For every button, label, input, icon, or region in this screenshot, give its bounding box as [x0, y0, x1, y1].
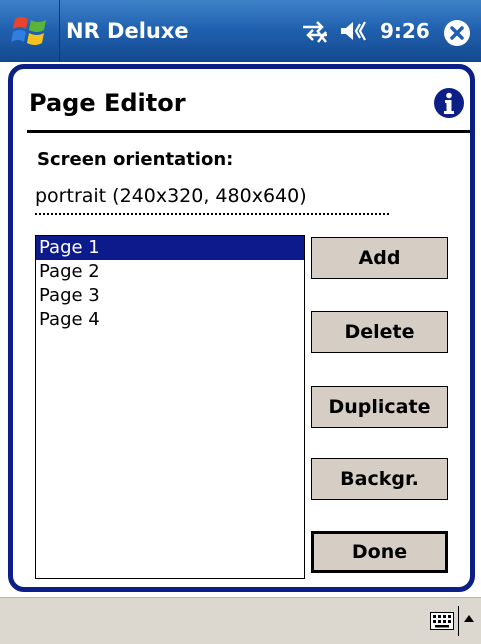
info-icon[interactable] — [433, 87, 465, 119]
duplicate-button[interactable]: Duplicate — [311, 386, 448, 428]
menu-separator — [458, 606, 459, 636]
title-bar: NR Deluxe 9:26 — [0, 0, 481, 62]
start-button[interactable] — [0, 0, 60, 62]
keyboard-icon[interactable] — [430, 612, 454, 630]
page-editor-dialog: Page Editor Screen orientation: portrait… — [8, 64, 475, 592]
up-arrow-icon[interactable] — [463, 614, 475, 624]
done-button[interactable]: Done — [311, 531, 448, 573]
background-button[interactable]: Backgr. — [311, 458, 448, 500]
close-button[interactable] — [444, 20, 470, 46]
speaker-icon[interactable] — [338, 19, 368, 43]
app-title: NR Deluxe — [66, 19, 189, 43]
list-item[interactable]: Page 1 — [36, 236, 304, 260]
orientation-dropdown[interactable]: portrait (240x320, 480x640) — [35, 181, 389, 215]
menu-bar — [0, 597, 481, 644]
delete-button[interactable]: Delete — [311, 311, 448, 353]
add-button[interactable]: Add — [311, 237, 448, 279]
title-divider — [27, 130, 470, 133]
connectivity-icon[interactable] — [300, 18, 330, 44]
list-item[interactable]: Page 3 — [36, 284, 304, 308]
page-list[interactable]: Page 1 Page 2 Page 3 Page 4 — [35, 235, 305, 579]
status-area: 9:26 — [300, 0, 430, 62]
orientation-label: Screen orientation: — [37, 149, 234, 170]
close-icon — [450, 26, 464, 40]
list-item[interactable]: Page 2 — [36, 260, 304, 284]
page-title: Page Editor — [29, 89, 186, 117]
clock[interactable]: 9:26 — [380, 19, 430, 43]
list-item[interactable]: Page 4 — [36, 308, 304, 332]
windows-start-flag-icon — [10, 17, 46, 45]
